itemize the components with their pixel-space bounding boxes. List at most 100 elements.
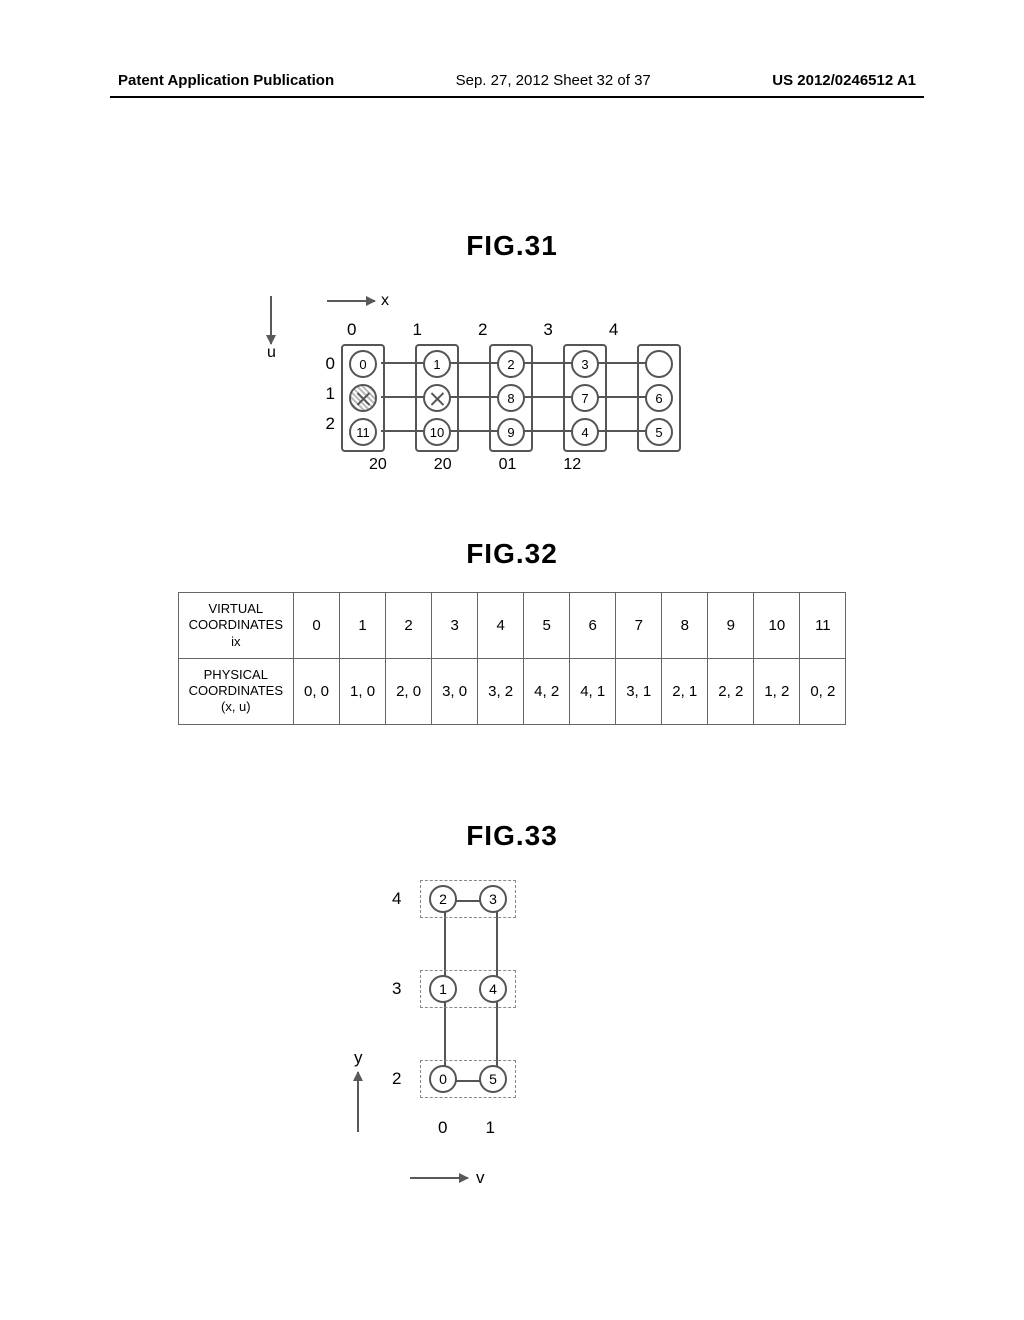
node: 5 bbox=[645, 418, 673, 446]
figure-32: FIG.32 VIRTUAL COORDINATES ix 0 1 2 3 4 … bbox=[0, 538, 1024, 725]
row-header-virtual: VIRTUAL COORDINATES ix bbox=[178, 593, 293, 659]
row-header: 4 bbox=[392, 889, 410, 909]
node: 0 bbox=[429, 1065, 457, 1093]
node-failed bbox=[423, 384, 451, 412]
node: 8 bbox=[497, 384, 525, 412]
node: 11 bbox=[349, 418, 377, 446]
node: 10 bbox=[423, 418, 451, 446]
header-rule bbox=[110, 96, 924, 98]
row-header: 2 bbox=[392, 1069, 410, 1089]
cell: 10 bbox=[754, 593, 800, 659]
cell: 2 bbox=[386, 593, 432, 659]
y-axis-label: y bbox=[354, 1048, 363, 1068]
cell: 3, 1 bbox=[616, 658, 662, 724]
arrow-up-icon bbox=[357, 1072, 359, 1132]
figure-33: FIG.33 4 2 3 3 1 4 2 0 5 bbox=[0, 820, 1024, 1218]
gap-label: 20 bbox=[369, 456, 387, 474]
cell: 3 bbox=[432, 593, 478, 659]
cell: 4, 1 bbox=[570, 658, 616, 724]
fig33-row: 3 1 4 bbox=[392, 970, 516, 1008]
fig31-grid: 0 1 2 3 4 0 1 2 bbox=[317, 320, 681, 452]
fig32-title: FIG.32 bbox=[0, 538, 1024, 570]
node-empty bbox=[645, 350, 673, 378]
fig33-col-headers: 0 1 bbox=[438, 1118, 495, 1138]
row-box: 2 3 bbox=[420, 880, 516, 918]
node: 1 bbox=[429, 975, 457, 1003]
node-failed bbox=[349, 384, 377, 412]
cell: 11 bbox=[800, 593, 846, 659]
cell: 1, 2 bbox=[754, 658, 800, 724]
node: 0 bbox=[349, 350, 377, 378]
fig31-columns: 0 11 1 10 2 8 9 3 bbox=[341, 344, 681, 452]
col-header: 0 bbox=[438, 1118, 447, 1138]
cell: 5 bbox=[524, 593, 570, 659]
gap-label: 01 bbox=[499, 456, 517, 474]
row-header: 0 bbox=[317, 354, 341, 374]
header-center: Sep. 27, 2012 Sheet 32 of 37 bbox=[456, 72, 651, 89]
row-box: 1 4 bbox=[420, 970, 516, 1008]
table-row: PHYSICAL COORDINATES (x, u) 0, 0 1, 0 2,… bbox=[178, 658, 846, 724]
x-axis-label: x bbox=[381, 292, 389, 310]
fig31-title: FIG.31 bbox=[0, 230, 1024, 262]
header-left: Patent Application Publication bbox=[118, 72, 334, 89]
fig33-row: 2 0 5 bbox=[392, 1060, 516, 1098]
col-header: 0 bbox=[347, 320, 356, 340]
cell: 3, 0 bbox=[432, 658, 478, 724]
cell: 4, 2 bbox=[524, 658, 570, 724]
table-row: VIRTUAL COORDINATES ix 0 1 2 3 4 5 6 7 8… bbox=[178, 593, 846, 659]
cell: 0 bbox=[294, 593, 340, 659]
gap-label: 20 bbox=[434, 456, 452, 474]
cell: 7 bbox=[616, 593, 662, 659]
cell: 9 bbox=[708, 593, 754, 659]
col-header: 2 bbox=[478, 320, 487, 340]
cell: 0, 0 bbox=[294, 658, 340, 724]
node: 2 bbox=[497, 350, 525, 378]
node: 4 bbox=[479, 975, 507, 1003]
fig31-bottom-labels: 20 20 01 12 bbox=[369, 456, 581, 474]
cell: 6 bbox=[570, 593, 616, 659]
node: 7 bbox=[571, 384, 599, 412]
fig32-table: VIRTUAL COORDINATES ix 0 1 2 3 4 5 6 7 8… bbox=[178, 592, 847, 725]
cell: 1, 0 bbox=[340, 658, 386, 724]
v-axis-label: v bbox=[476, 1168, 485, 1188]
fig33-title: FIG.33 bbox=[0, 820, 1024, 852]
node: 3 bbox=[479, 885, 507, 913]
cell: 0, 2 bbox=[800, 658, 846, 724]
header-right: US 2012/0246512 A1 bbox=[772, 72, 916, 89]
col-header: 3 bbox=[543, 320, 552, 340]
node: 2 bbox=[429, 885, 457, 913]
cell: 8 bbox=[662, 593, 708, 659]
col-header: 4 bbox=[609, 320, 618, 340]
node: 6 bbox=[645, 384, 673, 412]
figure-31: FIG.31 x u 0 1 2 3 4 0 1 2 bbox=[0, 230, 1024, 502]
row-header: 3 bbox=[392, 979, 410, 999]
u-axis-arrow: u bbox=[267, 296, 276, 362]
v-axis-arrow: v bbox=[410, 1168, 485, 1188]
node: 1 bbox=[423, 350, 451, 378]
row-box: 0 5 bbox=[420, 1060, 516, 1098]
row-header: 2 bbox=[317, 414, 341, 434]
cell: 2, 0 bbox=[386, 658, 432, 724]
arrow-right-icon bbox=[410, 1177, 468, 1179]
x-axis-arrow: x bbox=[327, 292, 389, 310]
fig31-col-headers: 0 1 2 3 4 bbox=[347, 320, 681, 340]
arrow-right-icon bbox=[327, 300, 375, 302]
col-header: 1 bbox=[412, 320, 421, 340]
fig33-body: 4 2 3 3 1 4 2 0 5 0 1 y bbox=[382, 878, 642, 1218]
fig31-body: x u 0 1 2 3 4 0 1 2 bbox=[287, 292, 737, 502]
node: 9 bbox=[497, 418, 525, 446]
arrow-down-icon bbox=[270, 296, 272, 344]
u-axis-label: u bbox=[267, 344, 276, 362]
y-axis-arrow: y bbox=[354, 1048, 363, 1132]
page-header: Patent Application Publication Sep. 27, … bbox=[0, 72, 1024, 89]
row-header: 1 bbox=[317, 384, 341, 404]
node: 5 bbox=[479, 1065, 507, 1093]
gap-label: 12 bbox=[563, 456, 581, 474]
node: 3 bbox=[571, 350, 599, 378]
cell: 4 bbox=[478, 593, 524, 659]
cell: 3, 2 bbox=[478, 658, 524, 724]
cell: 2, 2 bbox=[708, 658, 754, 724]
node: 4 bbox=[571, 418, 599, 446]
cell: 1 bbox=[340, 593, 386, 659]
row-header-physical: PHYSICAL COORDINATES (x, u) bbox=[178, 658, 293, 724]
